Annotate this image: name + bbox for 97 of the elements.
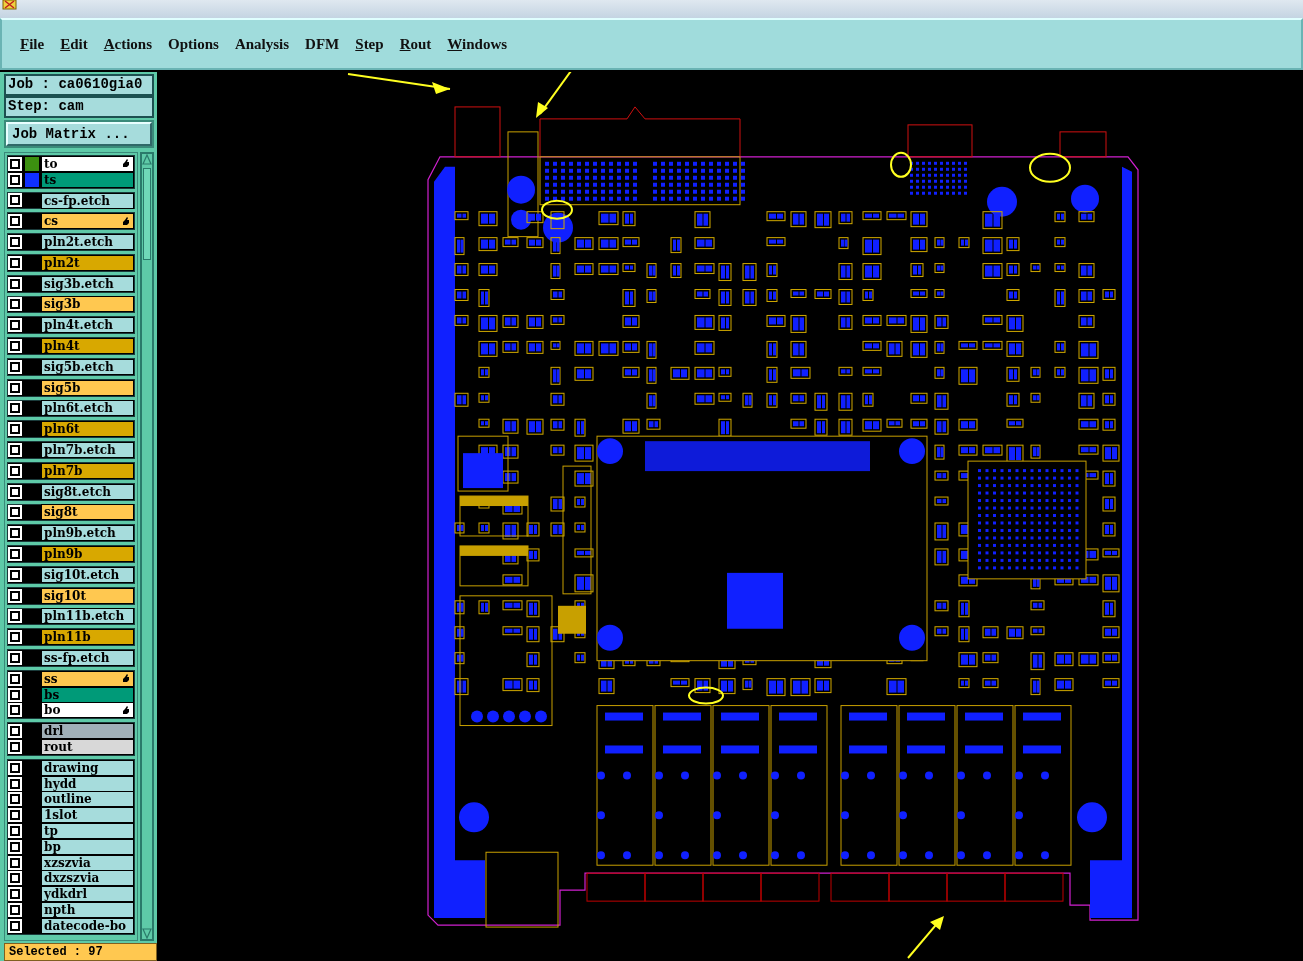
layer-checkbox[interactable] <box>10 528 20 539</box>
layer-item[interactable]: sig8t <box>41 504 134 521</box>
layer-item[interactable]: cs <box>41 213 134 230</box>
layer-checkbox[interactable] <box>10 590 20 601</box>
menu-item[interactable]: Actions <box>95 33 161 55</box>
layer-item[interactable]: pln4t.etch <box>41 317 134 334</box>
layer-item[interactable]: dxzszvia <box>41 870 134 887</box>
layer-item[interactable]: to <box>41 155 134 172</box>
layer-checkbox[interactable] <box>10 857 20 868</box>
hand-icon <box>122 159 130 169</box>
layer-item[interactable]: cs-fp.etch <box>41 192 134 209</box>
layer-item[interactable]: sig3b.etch <box>41 275 134 292</box>
layer-item[interactable]: tp <box>41 823 134 839</box>
menu-item[interactable]: DFM <box>297 33 348 55</box>
layer-item[interactable]: pln7b.etch <box>41 442 134 459</box>
layer-item[interactable]: drl <box>41 723 134 740</box>
scroll-thumb[interactable] <box>143 168 151 260</box>
layer-checkbox[interactable] <box>10 174 20 185</box>
scroll-up-icon[interactable] <box>142 154 152 166</box>
layer-item[interactable]: sig10t <box>41 587 134 604</box>
layer-item[interactable]: pln6t.etch <box>41 400 134 417</box>
layer-checkbox[interactable] <box>10 320 20 331</box>
layer-checkbox[interactable] <box>10 841 20 852</box>
layer-checkbox[interactable] <box>10 216 20 227</box>
layer-item[interactable]: sig3b <box>41 296 134 313</box>
layer-checkbox[interactable] <box>10 549 20 560</box>
layer-item[interactable]: ydkdrl <box>41 886 134 903</box>
layer-item[interactable]: sig8t.etch <box>41 483 134 500</box>
menu-item[interactable]: Analysis <box>226 33 298 55</box>
app-icon <box>2 0 18 10</box>
layer-item[interactable]: sig10t.etch <box>41 566 134 583</box>
hand-icon <box>122 674 130 684</box>
menu-item[interactable]: Step <box>347 33 392 55</box>
layer-checkbox[interactable] <box>10 673 20 684</box>
layer-checkbox[interactable] <box>10 361 20 372</box>
layer-checkbox[interactable] <box>10 904 20 915</box>
layer-item[interactable]: pln11b <box>41 629 134 646</box>
job-matrix-button[interactable]: Job Matrix ... <box>6 122 152 146</box>
layer-checkbox[interactable] <box>10 403 20 414</box>
layer-item[interactable]: pln4t <box>41 338 134 355</box>
layer-item[interactable]: 1slot <box>41 807 134 824</box>
menu-item[interactable]: Edit <box>52 33 96 55</box>
layer-checkbox[interactable] <box>10 195 20 206</box>
layer-checkbox[interactable] <box>10 726 20 737</box>
layer-item[interactable]: pln9b.etch <box>41 525 134 542</box>
layer-checkbox[interactable] <box>10 889 20 900</box>
layer-checkbox[interactable] <box>10 257 20 268</box>
layer-item[interactable]: pln2t.etch <box>41 234 134 251</box>
layer-checkbox[interactable] <box>10 653 20 663</box>
menu-item[interactable]: Options <box>160 33 227 55</box>
layer-item[interactable]: ss-fp.etch <box>41 650 134 667</box>
menu-item[interactable]: File <box>12 33 53 55</box>
layer-item[interactable]: pln7b <box>41 462 134 479</box>
layer-checkbox[interactable] <box>10 507 20 518</box>
menu-item[interactable]: Windows <box>439 33 516 55</box>
layer-checkbox[interactable] <box>10 486 20 497</box>
job-label: Job : ca0610gia0 <box>4 74 154 96</box>
hand-icon <box>122 705 130 715</box>
layer-checkbox[interactable] <box>10 445 20 456</box>
layer-item[interactable]: pln11b.etch <box>41 608 134 625</box>
layer-checkbox[interactable] <box>10 341 20 352</box>
layer-item[interactable]: pln9b <box>41 546 134 563</box>
layer-item[interactable]: sig5b.etch <box>41 358 134 375</box>
layer-checkbox[interactable] <box>10 689 20 700</box>
scroll-down-icon[interactable] <box>142 927 152 939</box>
hand-icon <box>122 216 130 226</box>
layer-item[interactable]: drawing <box>41 759 134 776</box>
layer-checkbox[interactable] <box>10 705 20 716</box>
status-bar: Selected : 97 <box>4 943 157 961</box>
layer-checkbox[interactable] <box>10 794 20 805</box>
layer-item[interactable]: sig5b <box>41 379 134 396</box>
layer-item[interactable]: rout <box>41 739 134 755</box>
layer-checkbox[interactable] <box>10 278 20 289</box>
layer-checkbox[interactable] <box>10 742 20 752</box>
layer-checkbox[interactable] <box>10 632 20 643</box>
layer-checkbox[interactable] <box>10 778 20 789</box>
layer-checkbox[interactable] <box>10 826 20 836</box>
layer-checkbox[interactable] <box>10 873 20 884</box>
layer-item[interactable]: bo <box>41 702 134 719</box>
layer-item[interactable]: ss <box>41 670 134 687</box>
layer-item[interactable]: pln6t <box>41 421 134 438</box>
layer-checkbox[interactable] <box>10 158 20 169</box>
layer-checkbox[interactable] <box>10 299 20 310</box>
scroll-bar[interactable] <box>140 152 154 941</box>
layer-checkbox[interactable] <box>10 569 20 580</box>
layer-checkbox[interactable] <box>10 424 20 435</box>
step-label: Step: cam <box>4 96 154 118</box>
layer-checkbox[interactable] <box>10 920 20 931</box>
layer-checkbox[interactable] <box>10 382 20 393</box>
layer-checkbox[interactable] <box>10 762 20 773</box>
layer-checkbox[interactable] <box>10 465 20 476</box>
layer-checkbox[interactable] <box>10 810 20 821</box>
layer-item[interactable]: pln2t <box>41 254 134 271</box>
layer-checkbox[interactable] <box>10 237 20 248</box>
layer-checkbox[interactable] <box>10 611 20 622</box>
layer-item[interactable]: outline <box>41 791 134 808</box>
menu-item[interactable]: Rout <box>391 33 440 55</box>
